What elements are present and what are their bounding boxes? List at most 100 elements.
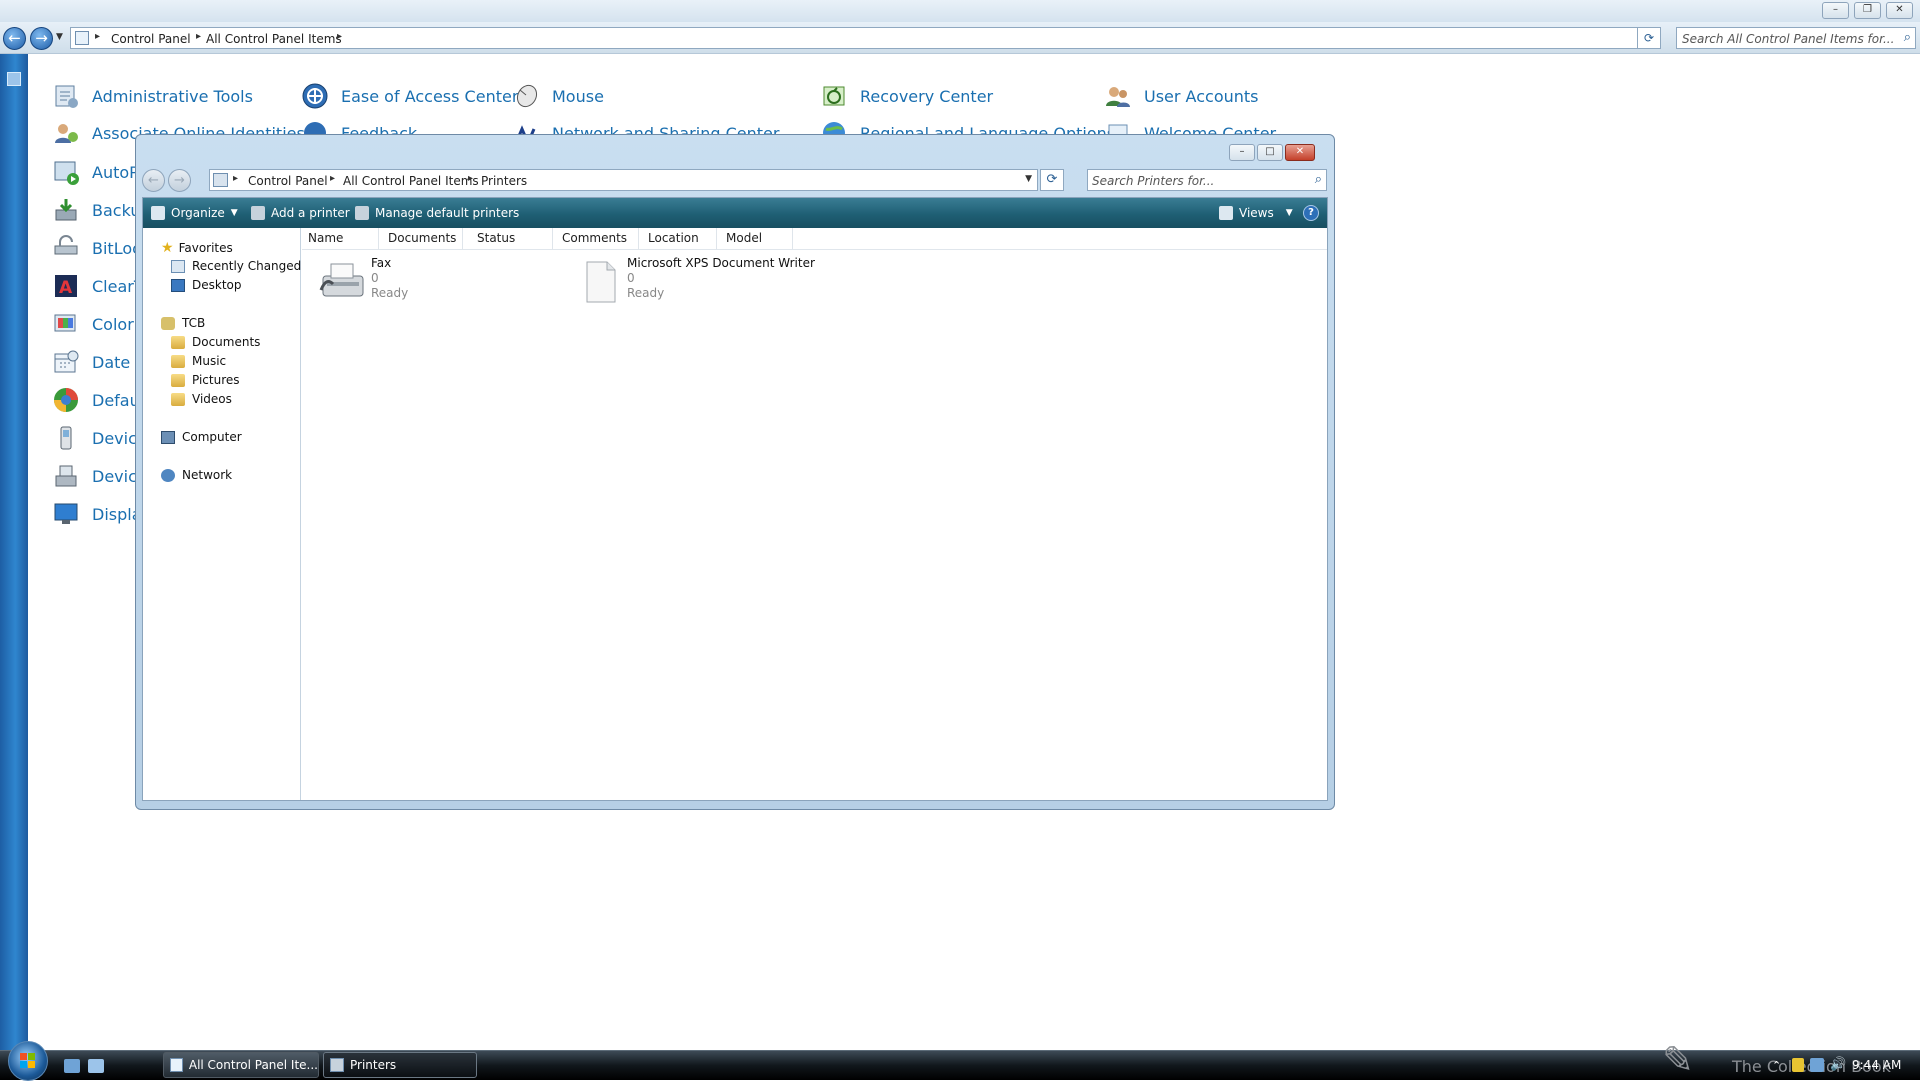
network-tray-icon[interactable] bbox=[1810, 1058, 1824, 1072]
sidebar-item-music[interactable]: Music bbox=[171, 354, 226, 368]
sidebar-item-documents[interactable]: Documents bbox=[171, 335, 260, 349]
column-divider[interactable] bbox=[716, 228, 717, 250]
chevron-down-icon: ▼ bbox=[230, 208, 238, 218]
sidebar-item-videos[interactable]: Videos bbox=[171, 392, 232, 406]
pane-icon[interactable] bbox=[7, 72, 21, 86]
sidebar-item-user-tcb[interactable]: TCB bbox=[161, 316, 205, 330]
cp-item-administrative-tools[interactable]: Administrative Tools bbox=[50, 81, 253, 111]
bg-refresh-button[interactable]: ⟳ bbox=[1637, 27, 1661, 49]
column-divider[interactable] bbox=[638, 228, 639, 250]
manage-default-printers-button[interactable]: Manage default printers bbox=[355, 204, 519, 222]
sidebar-item-pictures[interactable]: Pictures bbox=[171, 373, 240, 387]
user-accounts-icon bbox=[1102, 81, 1134, 111]
column-divider[interactable] bbox=[792, 228, 793, 250]
sidebar-item-computer[interactable]: Computer bbox=[161, 430, 242, 444]
bg-close-button[interactable]: ✕ bbox=[1886, 2, 1913, 19]
printers-icon bbox=[330, 1058, 344, 1072]
autoplay-icon bbox=[50, 157, 82, 187]
sidebar-item-recently-changed[interactable]: Recently Changed bbox=[171, 259, 301, 273]
cleartype-icon: A bbox=[50, 271, 82, 301]
address-bar[interactable]: ▸ Control Panel ▸ All Control Panel Item… bbox=[209, 169, 1038, 191]
views-button[interactable]: Views ▼ bbox=[1219, 204, 1293, 222]
recent-icon bbox=[171, 259, 185, 273]
sidebar-item-favorites[interactable]: ★ Favorites bbox=[161, 240, 233, 256]
folder-icon bbox=[171, 373, 185, 387]
column-divider[interactable] bbox=[462, 228, 463, 250]
search-box[interactable]: Search Printers for... ⌕ bbox=[1087, 169, 1327, 191]
default-programs-icon bbox=[50, 385, 82, 415]
show-hidden-icons[interactable]: ⌃ bbox=[1772, 1059, 1781, 1072]
breadcrumb-separator-icon: ▸ bbox=[468, 173, 474, 184]
refresh-button[interactable]: ⟳ bbox=[1040, 169, 1064, 191]
cp-item-date-time[interactable]: Date a bbox=[50, 347, 145, 377]
cp-item-color[interactable]: Color bbox=[50, 309, 134, 339]
column-divider[interactable] bbox=[552, 228, 553, 250]
cp-item-mouse[interactable]: Mouse bbox=[510, 81, 604, 111]
breadcrumb-all-items[interactable]: All Control Panel Items bbox=[343, 174, 479, 188]
bg-recent-pages-icon[interactable]: ▼ bbox=[56, 32, 63, 42]
system-clock[interactable]: 9:44 AM bbox=[1852, 1058, 1901, 1072]
maximize-button[interactable]: □ bbox=[1257, 144, 1283, 161]
close-button[interactable]: ✕ bbox=[1285, 144, 1315, 161]
device-icon bbox=[50, 423, 82, 453]
search-icon[interactable]: ⌕ bbox=[1315, 172, 1322, 187]
search-icon[interactable]: ⌕ bbox=[1904, 30, 1911, 45]
bg-forward-button[interactable]: → bbox=[30, 27, 53, 50]
show-desktop-icon[interactable] bbox=[64, 1059, 80, 1073]
cp-item-device-1[interactable]: Devic bbox=[50, 423, 137, 453]
bg-breadcrumb-all-items[interactable]: All Control Panel Items bbox=[206, 32, 342, 46]
breadcrumb-control-panel[interactable]: Control Panel bbox=[248, 174, 328, 188]
bg-address-bar[interactable]: ▸ Control Panel ▸ All Control Panel Item… bbox=[70, 27, 1660, 49]
folder-icon bbox=[171, 354, 185, 368]
sidebar-item-desktop[interactable]: Desktop bbox=[171, 278, 242, 292]
star-icon: ★ bbox=[161, 240, 174, 256]
taskbar-button-control-panel[interactable]: All Control Panel Ite... bbox=[163, 1052, 319, 1078]
fax-printer-icon bbox=[319, 260, 367, 306]
cp-item-recovery-center[interactable]: Recovery Center bbox=[818, 81, 993, 111]
cp-item-default-programs[interactable]: Defau bbox=[50, 385, 140, 415]
switch-windows-icon[interactable] bbox=[88, 1059, 104, 1073]
minimize-button[interactable]: – bbox=[1229, 144, 1255, 161]
identities-icon bbox=[50, 118, 82, 148]
bg-breadcrumb-control-panel[interactable]: Control Panel bbox=[111, 32, 191, 46]
column-model[interactable]: Model bbox=[726, 231, 762, 245]
cp-item-bitlocker[interactable]: BitLoc bbox=[50, 233, 141, 263]
add-printer-button[interactable]: Add a printer bbox=[251, 204, 350, 222]
column-documents[interactable]: Documents bbox=[388, 231, 456, 245]
bg-search-box[interactable]: Search All Control Panel Items for... ⌕ bbox=[1676, 27, 1916, 49]
printers-window: – □ ✕ ← → ▸ Control Panel ▸ All Control … bbox=[135, 134, 1335, 810]
cp-item-display[interactable]: Displa bbox=[50, 499, 142, 529]
sidebar-item-network[interactable]: Network bbox=[161, 468, 232, 482]
color-icon bbox=[50, 309, 82, 339]
address-dropdown-icon[interactable]: ▼ bbox=[1025, 174, 1032, 184]
navigation-pane: ★ Favorites Recently Changed Desktop TCB… bbox=[143, 228, 301, 800]
forward-button[interactable]: → bbox=[168, 169, 191, 192]
bg-back-button[interactable]: ← bbox=[3, 27, 26, 50]
column-comments[interactable]: Comments bbox=[562, 231, 627, 245]
printer-item-fax[interactable]: Fax 0 Ready bbox=[319, 256, 569, 316]
cp-item-autoplay[interactable]: AutoP bbox=[50, 157, 139, 187]
column-status[interactable]: Status bbox=[477, 231, 515, 245]
breadcrumb-printers[interactable]: Printers bbox=[481, 174, 527, 188]
bg-minimize-button[interactable]: – bbox=[1822, 2, 1849, 19]
start-button[interactable] bbox=[8, 1041, 48, 1081]
backup-icon bbox=[50, 195, 82, 225]
cp-item-user-accounts[interactable]: User Accounts bbox=[1102, 81, 1259, 111]
background-left-pane bbox=[0, 54, 28, 1050]
volume-icon[interactable]: 🔊 bbox=[1830, 1057, 1846, 1072]
column-location[interactable]: Location bbox=[648, 231, 699, 245]
security-shield-icon[interactable] bbox=[1792, 1058, 1804, 1072]
cp-item-device-2[interactable]: Devic bbox=[50, 461, 137, 491]
help-icon[interactable]: ? bbox=[1303, 205, 1319, 221]
printers-folder-icon bbox=[213, 173, 228, 187]
taskbar-button-printers[interactable]: Printers bbox=[323, 1052, 477, 1078]
printer-item-xps-writer[interactable]: Microsoft XPS Document Writer 0 Ready bbox=[583, 256, 863, 316]
cp-item-backup[interactable]: Backu bbox=[50, 195, 141, 225]
cp-item-ease-of-access[interactable]: Ease of Access Center bbox=[299, 81, 518, 111]
column-divider[interactable] bbox=[378, 228, 379, 250]
back-button[interactable]: ← bbox=[142, 169, 165, 192]
organize-button[interactable]: Organize ▼ bbox=[151, 204, 238, 222]
cp-item-cleartype[interactable]: A ClearT bbox=[50, 271, 144, 301]
column-name[interactable]: Name bbox=[308, 231, 343, 245]
bg-restore-button[interactable]: ❐ bbox=[1854, 2, 1881, 19]
